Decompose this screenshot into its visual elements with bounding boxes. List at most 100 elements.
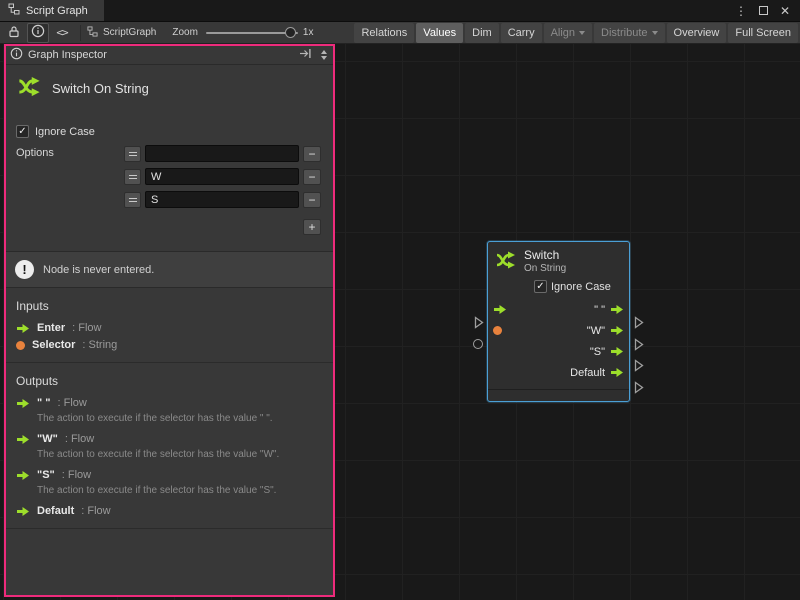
port-name: "S"	[37, 469, 55, 481]
dim-button[interactable]: Dim	[465, 23, 499, 43]
flow-arrow-icon[interactable]	[610, 346, 624, 357]
page-title: Switch On String	[52, 81, 149, 96]
drag-handle-icon[interactable]	[124, 146, 141, 162]
node-port-row: "S"	[488, 341, 629, 362]
tab-title: Script Graph	[26, 5, 88, 17]
flow-output-connector-icon[interactable]	[634, 316, 644, 332]
port-type: : Flow	[62, 469, 91, 481]
switch-icon	[16, 73, 43, 103]
toolbar-separator	[80, 25, 81, 41]
port-type: : Flow	[58, 397, 87, 409]
lock-button[interactable]	[3, 23, 25, 43]
align-button[interactable]: Align	[544, 23, 592, 43]
warning-banner: ! Node is never entered.	[6, 251, 333, 288]
relations-button[interactable]: Relations	[354, 23, 414, 43]
graph-inspector-panel: Graph Inspector Switch On String ✓ Ignor…	[4, 44, 335, 597]
info-icon	[10, 47, 23, 63]
output-port-row: Default : Flow	[6, 502, 333, 519]
option-input[interactable]	[145, 145, 299, 162]
node-ignore-case-label: Ignore Case	[551, 281, 611, 293]
flow-output-connector-icon[interactable]	[634, 338, 644, 354]
code-icon: <>	[56, 26, 67, 39]
values-button[interactable]: Values	[416, 23, 463, 43]
zoom-slider-handle[interactable]	[285, 27, 296, 38]
add-option-button[interactable]: +	[303, 219, 321, 235]
inspector-header: Graph Inspector	[6, 46, 333, 65]
flow-arrow-icon	[16, 470, 30, 481]
script-graph-icon	[87, 26, 98, 40]
overview-button[interactable]: Overview	[667, 23, 727, 43]
graph-name-group: ScriptGraph	[87, 26, 156, 40]
input-port-row: Selector : String	[6, 336, 333, 353]
port-type: : Flow	[81, 505, 110, 517]
port-name: Selector	[32, 339, 75, 351]
output-port-row: " " : Flow	[6, 394, 333, 411]
port-name: "W"	[37, 433, 58, 445]
option-row: −	[124, 168, 321, 185]
flow-input-connector-icon[interactable]	[474, 316, 484, 332]
remove-option-button[interactable]: −	[303, 169, 321, 185]
port-type: : Flow	[65, 433, 94, 445]
warning-icon: !	[15, 260, 34, 279]
chevron-down-icon	[579, 31, 585, 35]
flow-arrow-icon	[16, 506, 30, 517]
graph-toolbar: <> ScriptGraph Zoom 1x Relations Values …	[0, 22, 800, 44]
flow-output-connector-icon[interactable]	[634, 359, 644, 375]
node-port-row: " "	[488, 299, 629, 320]
drag-handle-icon[interactable]	[124, 192, 141, 208]
port-description: The action to execute if the selector ha…	[6, 411, 333, 430]
flow-arrow-icon[interactable]	[610, 304, 624, 315]
check-icon: ✓	[536, 282, 544, 292]
code-view-button[interactable]: <>	[51, 23, 73, 43]
outputs-section-title: Outputs	[6, 363, 333, 394]
port-name: Default	[37, 505, 74, 517]
zoom-slider[interactable]	[206, 26, 298, 40]
flow-arrow-icon[interactable]	[493, 304, 507, 315]
port-description: The action to execute if the selector ha…	[6, 483, 333, 502]
maximize-icon[interactable]	[759, 6, 768, 15]
switch-icon	[494, 248, 518, 275]
zoom-value: 1x	[303, 27, 314, 38]
dock-panel-icon[interactable]	[299, 48, 312, 62]
node-footer	[488, 389, 629, 401]
node-ignore-case-checkbox[interactable]: ✓	[534, 280, 547, 293]
value-input-connector-icon[interactable]	[473, 339, 483, 349]
string-port-icon	[16, 341, 25, 350]
tab-script-graph[interactable]: Script Graph	[0, 0, 104, 21]
remove-option-button[interactable]: −	[303, 146, 321, 162]
options-label: Options	[16, 145, 124, 235]
port-type: : String	[82, 339, 117, 351]
output-port-row: "W" : Flow	[6, 430, 333, 447]
port-name: " "	[37, 397, 51, 409]
carry-button[interactable]: Carry	[501, 23, 542, 43]
port-description: The action to execute if the selector ha…	[6, 447, 333, 466]
flow-arrow-icon[interactable]	[610, 325, 624, 336]
ignore-case-checkbox[interactable]: ✓	[16, 125, 29, 138]
node-title: Switch	[524, 248, 566, 262]
output-port-row: "S" : Flow	[6, 466, 333, 483]
flow-arrow-icon	[16, 398, 30, 409]
close-icon[interactable]: ✕	[780, 4, 790, 18]
remove-option-button[interactable]: −	[303, 192, 321, 208]
option-input[interactable]	[145, 191, 299, 208]
node-output-label: "W"	[587, 325, 605, 337]
warning-text: Node is never entered.	[43, 264, 154, 276]
window-menu-icon[interactable]: ⋮	[735, 4, 747, 18]
section-divider	[6, 528, 333, 529]
scroll-arrows-icon[interactable]	[317, 50, 330, 60]
flow-arrow-icon[interactable]	[610, 367, 624, 378]
string-port-icon[interactable]	[493, 326, 502, 335]
lock-icon	[8, 25, 20, 41]
flow-arrow-icon	[16, 434, 30, 445]
option-row: −	[124, 191, 321, 208]
graph-name-label: ScriptGraph	[103, 27, 156, 38]
inspector-title: Graph Inspector	[28, 49, 107, 61]
fullscreen-button[interactable]: Full Screen	[728, 23, 798, 43]
drag-handle-icon[interactable]	[124, 169, 141, 185]
distribute-button[interactable]: Distribute	[594, 23, 664, 43]
option-input[interactable]	[145, 168, 299, 185]
flow-output-connector-icon[interactable]	[634, 381, 644, 397]
switch-on-string-node[interactable]: Switch On String ✓ Ignore Case " " "W" "…	[487, 241, 630, 402]
node-output-label: "S"	[590, 346, 605, 358]
inspector-toggle-button[interactable]	[27, 23, 49, 43]
